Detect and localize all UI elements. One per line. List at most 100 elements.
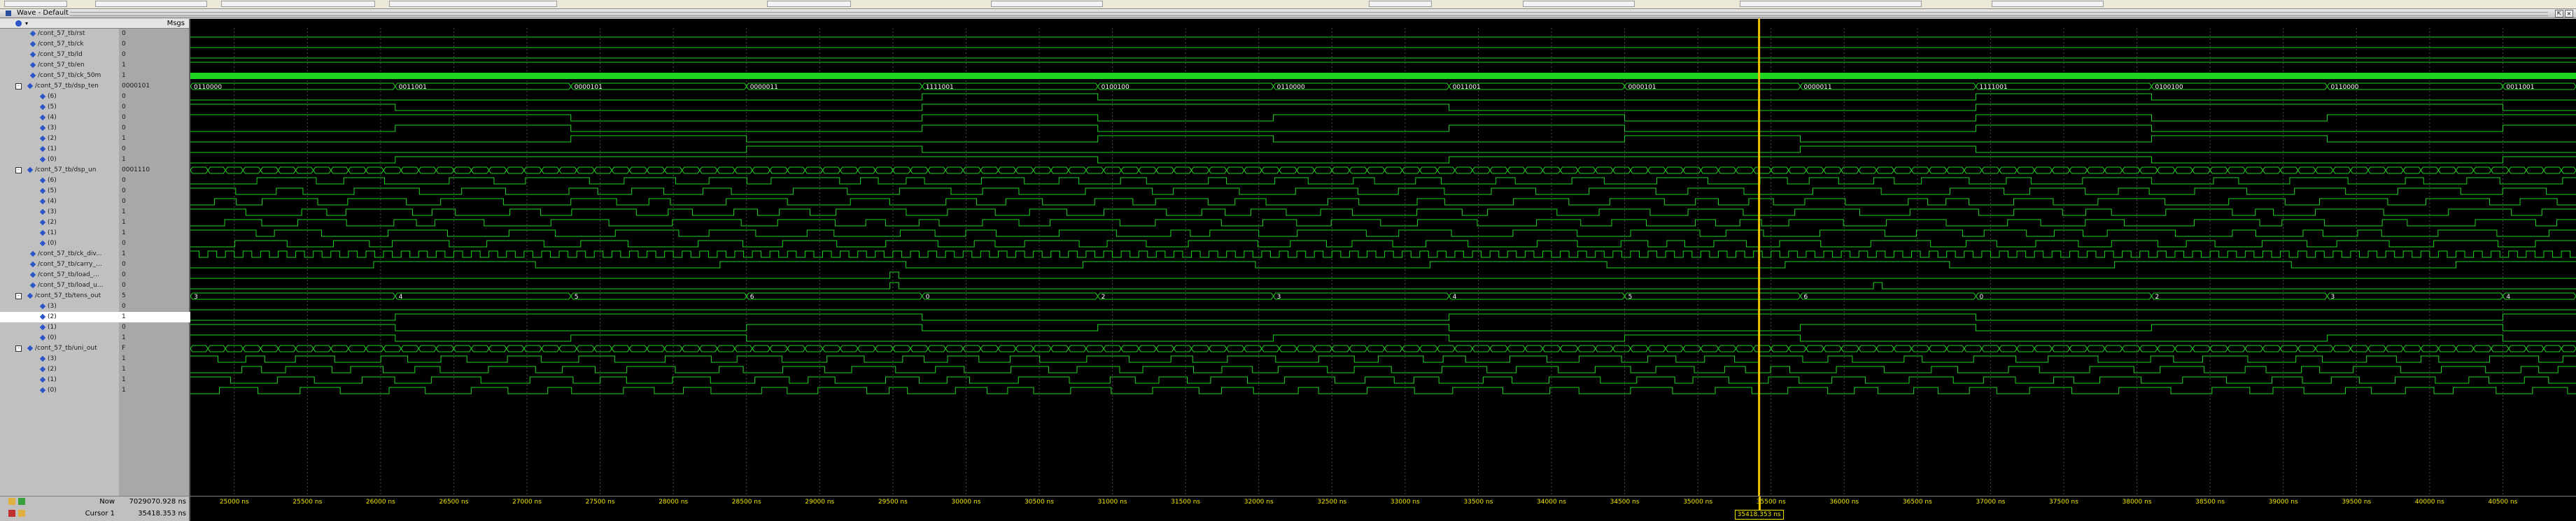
toolbar-button[interactable] xyxy=(1740,1,1922,7)
expand-toggle-icon[interactable]: - xyxy=(15,167,22,173)
bus-segment xyxy=(2526,345,2545,352)
signal-name: /cont_57_tb/load_... xyxy=(38,271,99,278)
signal-diamond-icon xyxy=(29,250,36,257)
delete-cursor-icon[interactable] xyxy=(8,510,15,517)
cursor-line-ruler[interactable] xyxy=(1758,497,1761,510)
time-tick-label: 28500 ns xyxy=(731,499,761,506)
bus-segment xyxy=(2502,292,2576,300)
toolbar-button[interactable] xyxy=(1369,1,1432,7)
waveform-svg[interactable]: 0110000 0011001 0000101 0000011 1111001 01001… xyxy=(190,19,2576,496)
bus-segment xyxy=(2192,345,2211,352)
bus-segment xyxy=(2051,166,2070,174)
toolbar-button[interactable] xyxy=(221,1,375,7)
cursor-time-readout[interactable]: 35418.353 ns xyxy=(1734,510,1784,520)
bus-segment xyxy=(1273,292,1450,300)
bus-segment xyxy=(1928,345,1948,352)
toolbar-button[interactable] xyxy=(1523,1,1635,7)
signal-value: 1 xyxy=(122,135,126,142)
bus-segment xyxy=(2209,345,2228,352)
bus-segment xyxy=(1964,166,1983,174)
time-ruler[interactable]: 25000 ns 25500 ns 26000 ns 26500 ns 27000 ns… xyxy=(190,497,2576,521)
bus-segment xyxy=(2069,345,2088,352)
bus-segment xyxy=(1630,345,1649,352)
bus-segment xyxy=(2209,166,2228,174)
signal-diamond-icon xyxy=(39,156,46,162)
bus-segment xyxy=(2455,345,2475,352)
signal-diamond-icon xyxy=(29,72,36,78)
bus-segment xyxy=(1700,166,1719,174)
toolbar-button[interactable] xyxy=(1992,1,2104,7)
signal-value: 1 xyxy=(122,156,126,163)
bus-segment xyxy=(2139,166,2158,174)
cursor-icon[interactable] xyxy=(18,510,25,517)
bus-segment xyxy=(2104,166,2123,174)
chevron-down-icon[interactable]: ▾ xyxy=(25,19,28,28)
signal-wave xyxy=(190,334,2576,342)
undock-button[interactable]: ⇱ xyxy=(2555,10,2563,17)
signal-value: 5 xyxy=(122,292,126,299)
toolbar-button[interactable] xyxy=(389,1,557,7)
bus-segment xyxy=(207,345,226,352)
bus-segment xyxy=(1155,166,1175,174)
bus-segment xyxy=(1331,345,1351,352)
bus-segment xyxy=(1928,166,1948,174)
titlebar-grip[interactable] xyxy=(70,12,2548,16)
toolbar-button[interactable] xyxy=(767,1,851,7)
dropdown-icon[interactable] xyxy=(15,20,22,27)
bus-segment xyxy=(1138,345,1157,352)
signal-value: 0 xyxy=(122,93,126,100)
expand-toggle-icon[interactable]: - xyxy=(15,83,22,90)
time-tick-label: 37000 ns xyxy=(1976,499,2006,506)
bus-segment xyxy=(2174,166,2193,174)
bus-segment xyxy=(2326,292,2504,300)
bus-segment xyxy=(1771,345,1789,352)
add-cursor-icon[interactable] xyxy=(18,498,25,505)
lock-icon[interactable] xyxy=(8,498,15,505)
bus-segment xyxy=(839,166,859,174)
signal-wave xyxy=(190,324,2576,331)
waveform-canvas[interactable]: 0110000 0011001 0000101 0000011 1111001 01001… xyxy=(190,19,2576,496)
bus-segment xyxy=(2051,345,2070,352)
bus-segment xyxy=(1261,345,1280,352)
toolbar-button[interactable] xyxy=(4,1,67,7)
close-button[interactable]: × xyxy=(2565,10,2573,17)
bus-segment xyxy=(2069,166,2088,174)
bus-segment xyxy=(628,345,648,352)
bus-segment xyxy=(1788,166,1807,174)
window-title: Wave - Default xyxy=(17,9,69,17)
expand-toggle-icon[interactable]: - xyxy=(15,293,22,299)
bus-value-label: 4 xyxy=(1453,294,1457,301)
bus-segment xyxy=(313,345,332,352)
bus-segment xyxy=(2385,166,2404,174)
bus-segment xyxy=(1033,345,1052,352)
bus-value-label: 4 xyxy=(399,294,403,301)
bus-segment xyxy=(435,345,455,352)
bus-segment xyxy=(190,166,209,174)
signal-diamond-icon xyxy=(29,41,36,47)
signal-name: /cont_57_tb/dsp_ten xyxy=(35,83,99,90)
now-value: 7029070.928 ns xyxy=(129,498,186,506)
bus-segment xyxy=(910,166,929,174)
signal-value: 1 xyxy=(122,355,126,362)
bus-segment xyxy=(1647,345,1666,352)
bus-segment xyxy=(1349,166,1368,174)
signal-wave xyxy=(190,93,2576,101)
bus-segment xyxy=(734,166,753,174)
expand-toggle-icon[interactable]: - xyxy=(15,345,22,352)
bus-segment xyxy=(2151,292,2328,300)
bus-segment xyxy=(1893,166,1913,174)
bus-segment xyxy=(2437,345,2457,352)
bus-segment xyxy=(2227,345,2246,352)
bus-segment xyxy=(1261,166,1280,174)
bus-segment xyxy=(682,345,701,352)
bus-segment xyxy=(277,345,297,352)
bus-segment xyxy=(330,345,349,352)
bus-segment xyxy=(1524,345,1544,352)
toolbar-button[interactable] xyxy=(991,1,1103,7)
signal-wave xyxy=(190,104,2576,111)
signal-value: 0 xyxy=(122,282,126,289)
signal-wave xyxy=(190,240,2576,248)
bus-segment xyxy=(646,345,666,352)
bus-segment xyxy=(330,166,349,174)
toolbar-button[interactable] xyxy=(95,1,207,7)
